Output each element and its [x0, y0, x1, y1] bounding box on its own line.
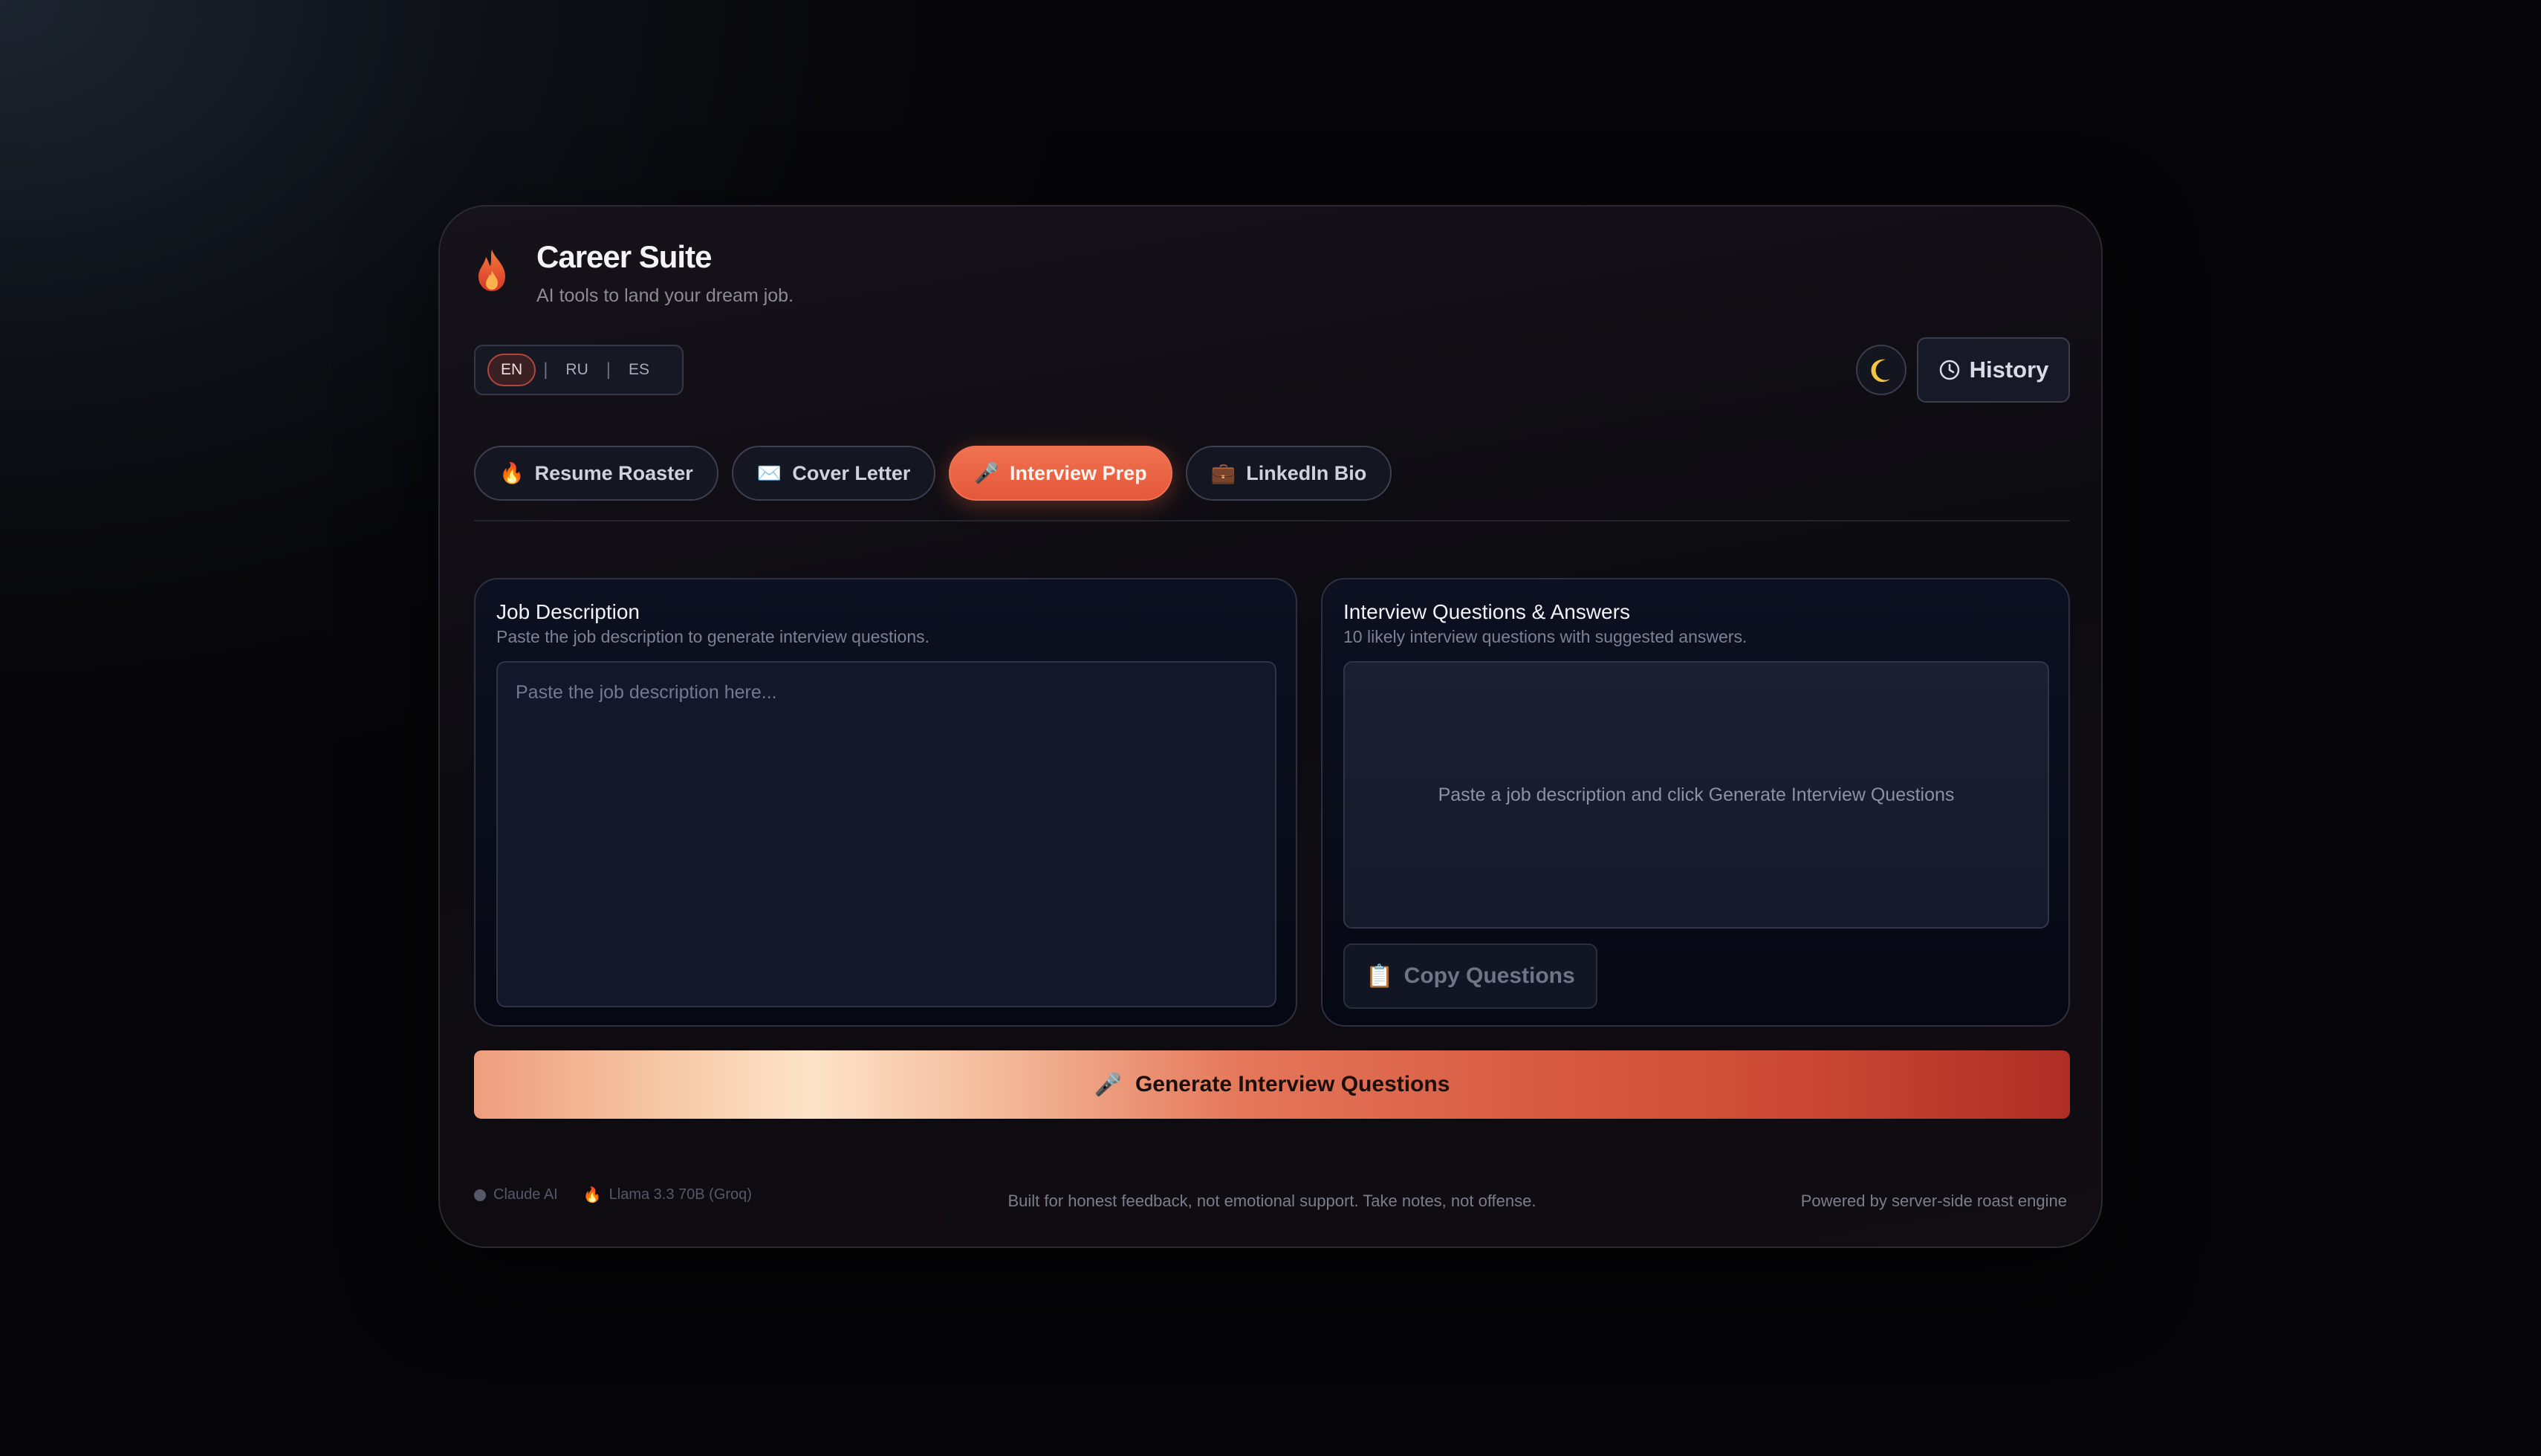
lang-en[interactable]: EN: [487, 354, 536, 386]
interview-output-panel: Interview Questions & Answers 10 likely …: [1321, 578, 2070, 1027]
app-card: Career Suite AI tools to land your dream…: [438, 205, 2103, 1248]
lang-separator: |: [543, 360, 548, 380]
empty-state-message: Paste a job description and click Genera…: [1438, 784, 1955, 805]
app-subtitle: AI tools to land your dream job.: [536, 285, 794, 306]
lang-separator: |: [606, 360, 611, 380]
fire-icon: 🔥: [499, 462, 525, 484]
theme-toggle-button[interactable]: [1856, 345, 1906, 395]
footer-powered-by: Powered by server-side roast engine: [1800, 1192, 2067, 1210]
tab-label: Resume Roaster: [534, 461, 693, 484]
clipboard-icon: 📋: [1366, 963, 1394, 989]
tab-resume-roaster[interactable]: 🔥 Resume Roaster: [474, 446, 718, 501]
moon-icon: [1871, 359, 1890, 383]
tab-label: Cover Letter: [792, 461, 911, 484]
history-label: History: [1969, 357, 2049, 383]
panel-title: Job Description: [496, 600, 640, 623]
envelope-icon: ✉️: [756, 462, 782, 484]
lang-es[interactable]: ES: [618, 354, 660, 386]
tab-label: Interview Prep: [1010, 461, 1147, 484]
briefcase-icon: 💼: [1210, 462, 1236, 484]
language-switcher: EN | RU | ES: [474, 345, 684, 395]
history-button[interactable]: History: [1917, 337, 2070, 403]
tabs-divider: [474, 520, 2070, 521]
microphone-icon: 🎤: [974, 462, 1000, 484]
generate-label: Generate Interview Questions: [1135, 1072, 1450, 1096]
panel-subtitle: 10 likely interview questions with sugge…: [1343, 627, 1747, 646]
clock-icon: [1939, 360, 1959, 380]
panel-title: Interview Questions & Answers: [1343, 600, 1630, 623]
questions-output: Paste a job description and click Genera…: [1343, 661, 2049, 929]
job-description-panel: Job Description Paste the job descriptio…: [474, 578, 1297, 1027]
tool-tabs: 🔥 Resume Roaster ✉️ Cover Letter 🎤 Inter…: [474, 446, 1392, 501]
panel-subtitle: Paste the job description to generate in…: [496, 627, 930, 646]
tab-interview-prep[interactable]: 🎤 Interview Prep: [949, 446, 1172, 501]
tab-label: LinkedIn Bio: [1246, 461, 1367, 484]
app-title: Career Suite: [536, 239, 712, 274]
copy-label: Copy Questions: [1403, 963, 1575, 988]
copy-questions-button[interactable]: 📋 Copy Questions: [1343, 943, 1597, 1009]
lang-ru[interactable]: RU: [555, 354, 598, 386]
generate-button[interactable]: 🎤 Generate Interview Questions: [474, 1050, 2070, 1119]
flame-logo-icon: [478, 250, 505, 291]
tab-cover-letter[interactable]: ✉️ Cover Letter: [731, 446, 936, 501]
tab-linkedin-bio[interactable]: 💼 LinkedIn Bio: [1185, 446, 1392, 501]
microphone-icon: 🎤: [1094, 1072, 1122, 1097]
job-description-input[interactable]: [496, 661, 1276, 1007]
